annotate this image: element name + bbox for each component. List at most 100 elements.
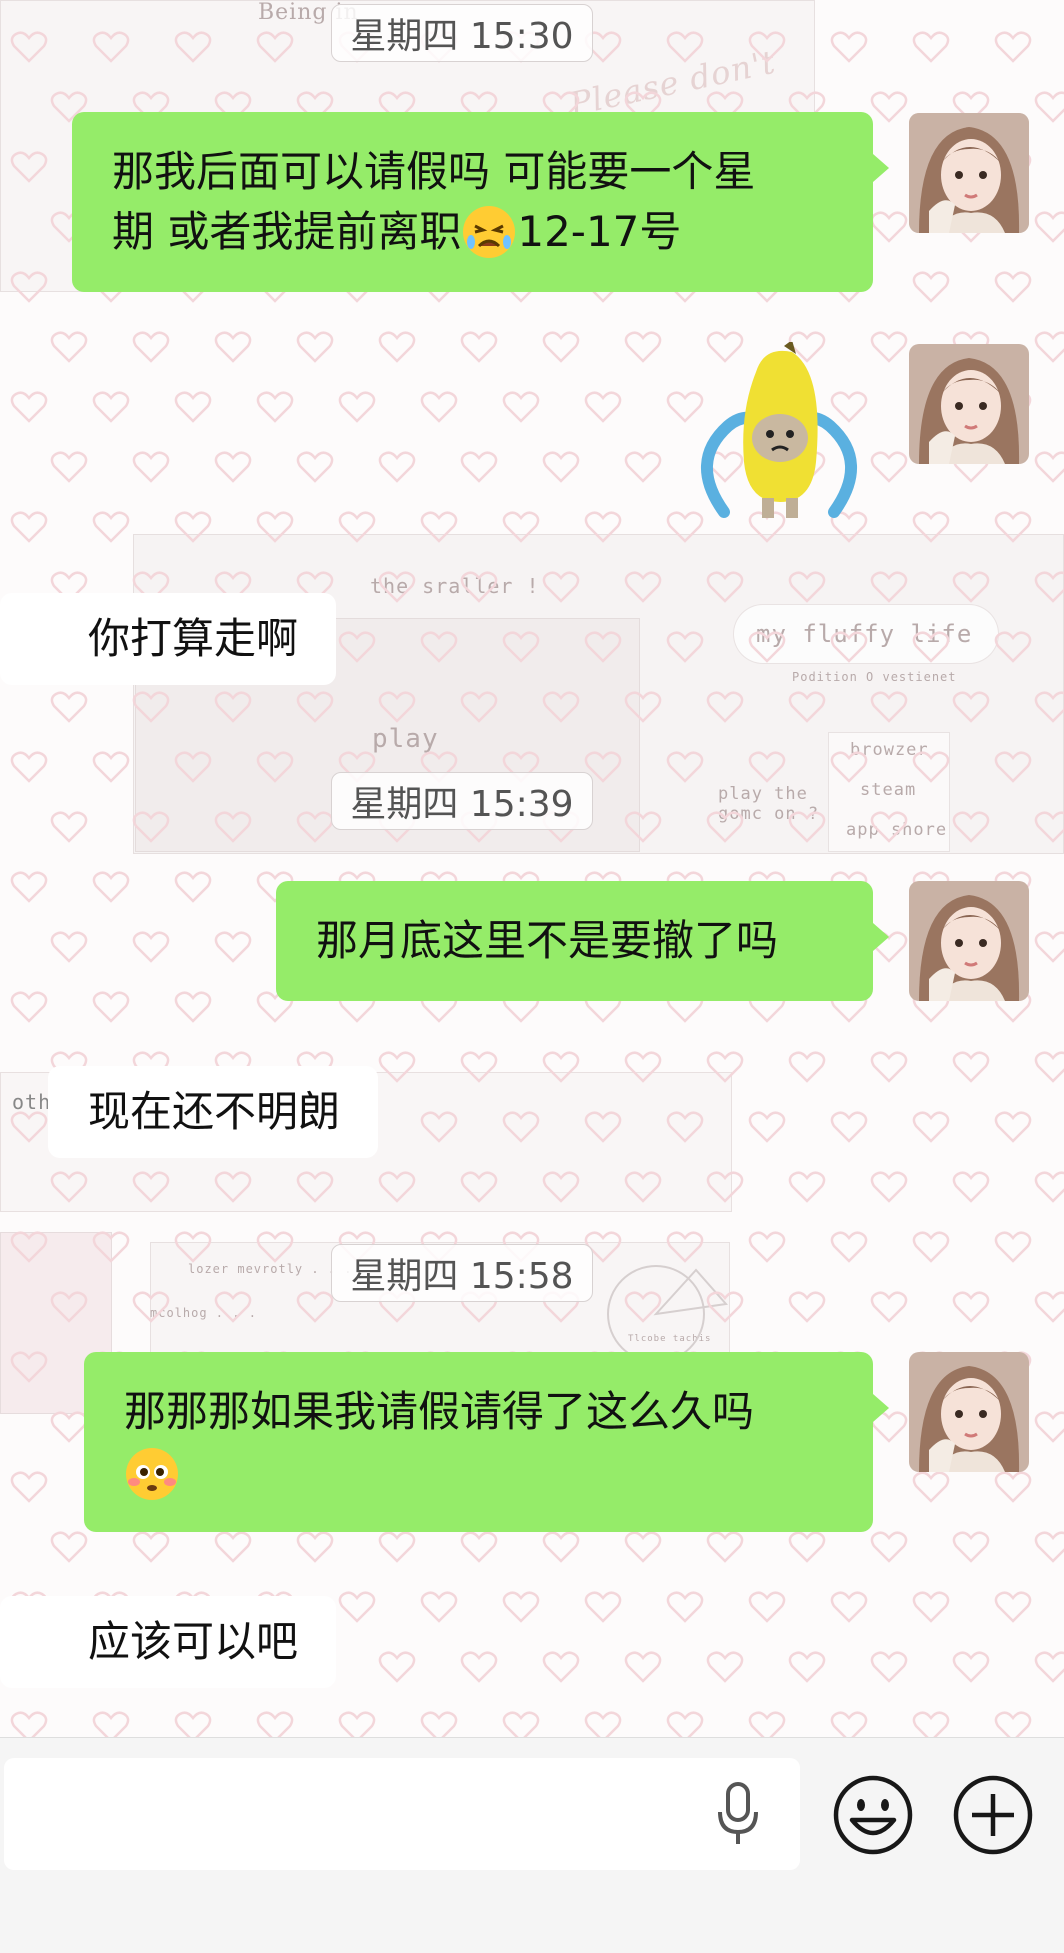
heart-decoration-icon: [666, 30, 704, 64]
heart-decoration-icon: [542, 1650, 580, 1684]
heart-decoration-icon: [912, 1590, 950, 1624]
heart-decoration-icon: [952, 1530, 990, 1564]
heart-decoration-icon: [174, 750, 212, 784]
heart-decoration-icon: [788, 1050, 826, 1084]
heart-decoration-icon: [584, 1710, 622, 1737]
heart-decoration-icon: [420, 390, 458, 424]
heart-decoration-icon: [584, 510, 622, 544]
heart-decoration-icon: [994, 750, 1032, 784]
message-text: 那那那如果我请假请得了这么久吗: [124, 1387, 755, 1436]
avatar[interactable]: [909, 1352, 1029, 1472]
outgoing-message[interactable]: 那月底这里不是要撤了吗: [276, 881, 889, 1001]
heart-decoration-icon: [338, 390, 376, 424]
heart-decoration-icon: [256, 1710, 294, 1737]
incoming-message[interactable]: 现在还不明朗: [48, 1066, 379, 1158]
heart-decoration-icon: [256, 750, 294, 784]
smiley-face-icon[interactable]: [832, 1774, 914, 1856]
heart-decoration-icon: [912, 1230, 950, 1264]
heart-decoration-icon: [174, 990, 212, 1024]
banana-cat-crying-sticker[interactable]: [684, 340, 874, 522]
heart-decoration-icon: [1034, 330, 1064, 364]
heart-decoration-icon: [460, 690, 498, 724]
heart-decoration-icon: [994, 1710, 1032, 1737]
heart-decoration-icon: [92, 390, 130, 424]
heart-decoration-icon: [50, 930, 88, 964]
heart-decoration-icon: [952, 1650, 990, 1684]
heart-decoration-icon: [296, 450, 334, 484]
heart-decoration-icon: [624, 810, 662, 844]
timestamp: 星期四 15:30: [331, 4, 593, 62]
heart-decoration-icon: [666, 1110, 704, 1144]
microphone-icon[interactable]: [712, 1780, 764, 1848]
heart-decoration-icon: [706, 690, 744, 724]
heart-decoration-icon: [214, 930, 252, 964]
heart-decoration-icon: [502, 1590, 540, 1624]
heart-decoration-icon: [10, 390, 48, 424]
heart-decoration-icon: [1034, 570, 1064, 604]
heart-decoration-icon: [584, 390, 622, 424]
heart-decoration-icon: [952, 690, 990, 724]
heart-decoration-icon: [1034, 450, 1064, 484]
heart-decoration-icon: [10, 150, 48, 184]
heart-decoration-icon: [912, 30, 950, 64]
message-text-line: 期 或者我提前离职 12-17号: [112, 202, 833, 262]
heart-decoration-icon: [706, 1650, 744, 1684]
incoming-message[interactable]: 应该可以吧: [0, 1596, 337, 1688]
heart-decoration-icon: [666, 750, 704, 784]
heart-decoration-icon: [788, 690, 826, 724]
heart-decoration-icon: [830, 1230, 868, 1264]
heart-decoration-icon: [50, 450, 88, 484]
heart-decoration-icon: [10, 1110, 48, 1144]
heart-decoration-icon: [338, 630, 376, 664]
heart-decoration-icon: [10, 30, 48, 64]
heart-decoration-icon: [706, 1530, 744, 1564]
outgoing-message[interactable]: 那我后面可以请假吗 可能要一个星 期 或者我提前离职 12-17号: [72, 112, 889, 292]
plus-circle-icon[interactable]: [952, 1774, 1034, 1856]
avatar[interactable]: [909, 881, 1029, 1001]
avatar[interactable]: [909, 344, 1029, 464]
wallpaper-text: lozer mevrotly . . .: [188, 1262, 353, 1276]
heart-decoration-icon: [830, 1110, 868, 1144]
heart-decoration-icon: [296, 1170, 334, 1204]
heart-decoration-icon: [10, 270, 48, 304]
heart-decoration-icon: [174, 1230, 212, 1264]
heart-decoration-icon: [624, 690, 662, 724]
heart-decoration-icon: [378, 570, 416, 604]
heart-decoration-icon: [870, 1170, 908, 1204]
incoming-message[interactable]: 你打算走啊: [0, 593, 337, 685]
heart-decoration-icon: [214, 810, 252, 844]
heart-decoration-icon: [338, 1590, 376, 1624]
heart-decoration-icon: [50, 1290, 88, 1324]
heart-decoration-icon: [378, 1650, 416, 1684]
heart-decoration-icon: [624, 570, 662, 604]
heart-decoration-icon: [378, 1050, 416, 1084]
heart-decoration-icon: [542, 1050, 580, 1084]
heart-decoration-icon: [994, 630, 1032, 664]
heart-decoration-icon: [584, 630, 622, 664]
outgoing-message[interactable]: 那那那如果我请假请得了这么久吗: [84, 1352, 889, 1532]
heart-decoration-icon: [666, 1710, 704, 1737]
heart-decoration-icon: [50, 810, 88, 844]
heart-decoration-icon: [912, 1710, 950, 1737]
heart-decoration-icon: [256, 390, 294, 424]
heart-decoration-icon: [10, 1710, 48, 1737]
heart-decoration-icon: [296, 1530, 334, 1564]
heart-decoration-icon: [952, 810, 990, 844]
heart-decoration-icon: [912, 270, 950, 304]
heart-decoration-icon: [174, 1710, 212, 1737]
heart-decoration-icon: [870, 90, 908, 124]
heart-decoration-icon: [542, 330, 580, 364]
heart-decoration-icon: [1034, 810, 1064, 844]
heart-decoration-icon: [994, 510, 1032, 544]
avatar[interactable]: [909, 113, 1029, 233]
timestamp: 星期四 15:39: [331, 772, 593, 830]
heart-decoration-icon: [952, 1050, 990, 1084]
message-input[interactable]: [4, 1758, 800, 1870]
heart-decoration-icon: [994, 1110, 1032, 1144]
heart-decoration-icon: [748, 30, 786, 64]
heart-decoration-icon: [994, 1470, 1032, 1504]
heart-decoration-icon: [214, 1530, 252, 1564]
heart-decoration-icon: [870, 1050, 908, 1084]
wallpaper-text: Podition O vestienet: [792, 670, 957, 684]
heart-decoration-icon: [748, 1590, 786, 1624]
